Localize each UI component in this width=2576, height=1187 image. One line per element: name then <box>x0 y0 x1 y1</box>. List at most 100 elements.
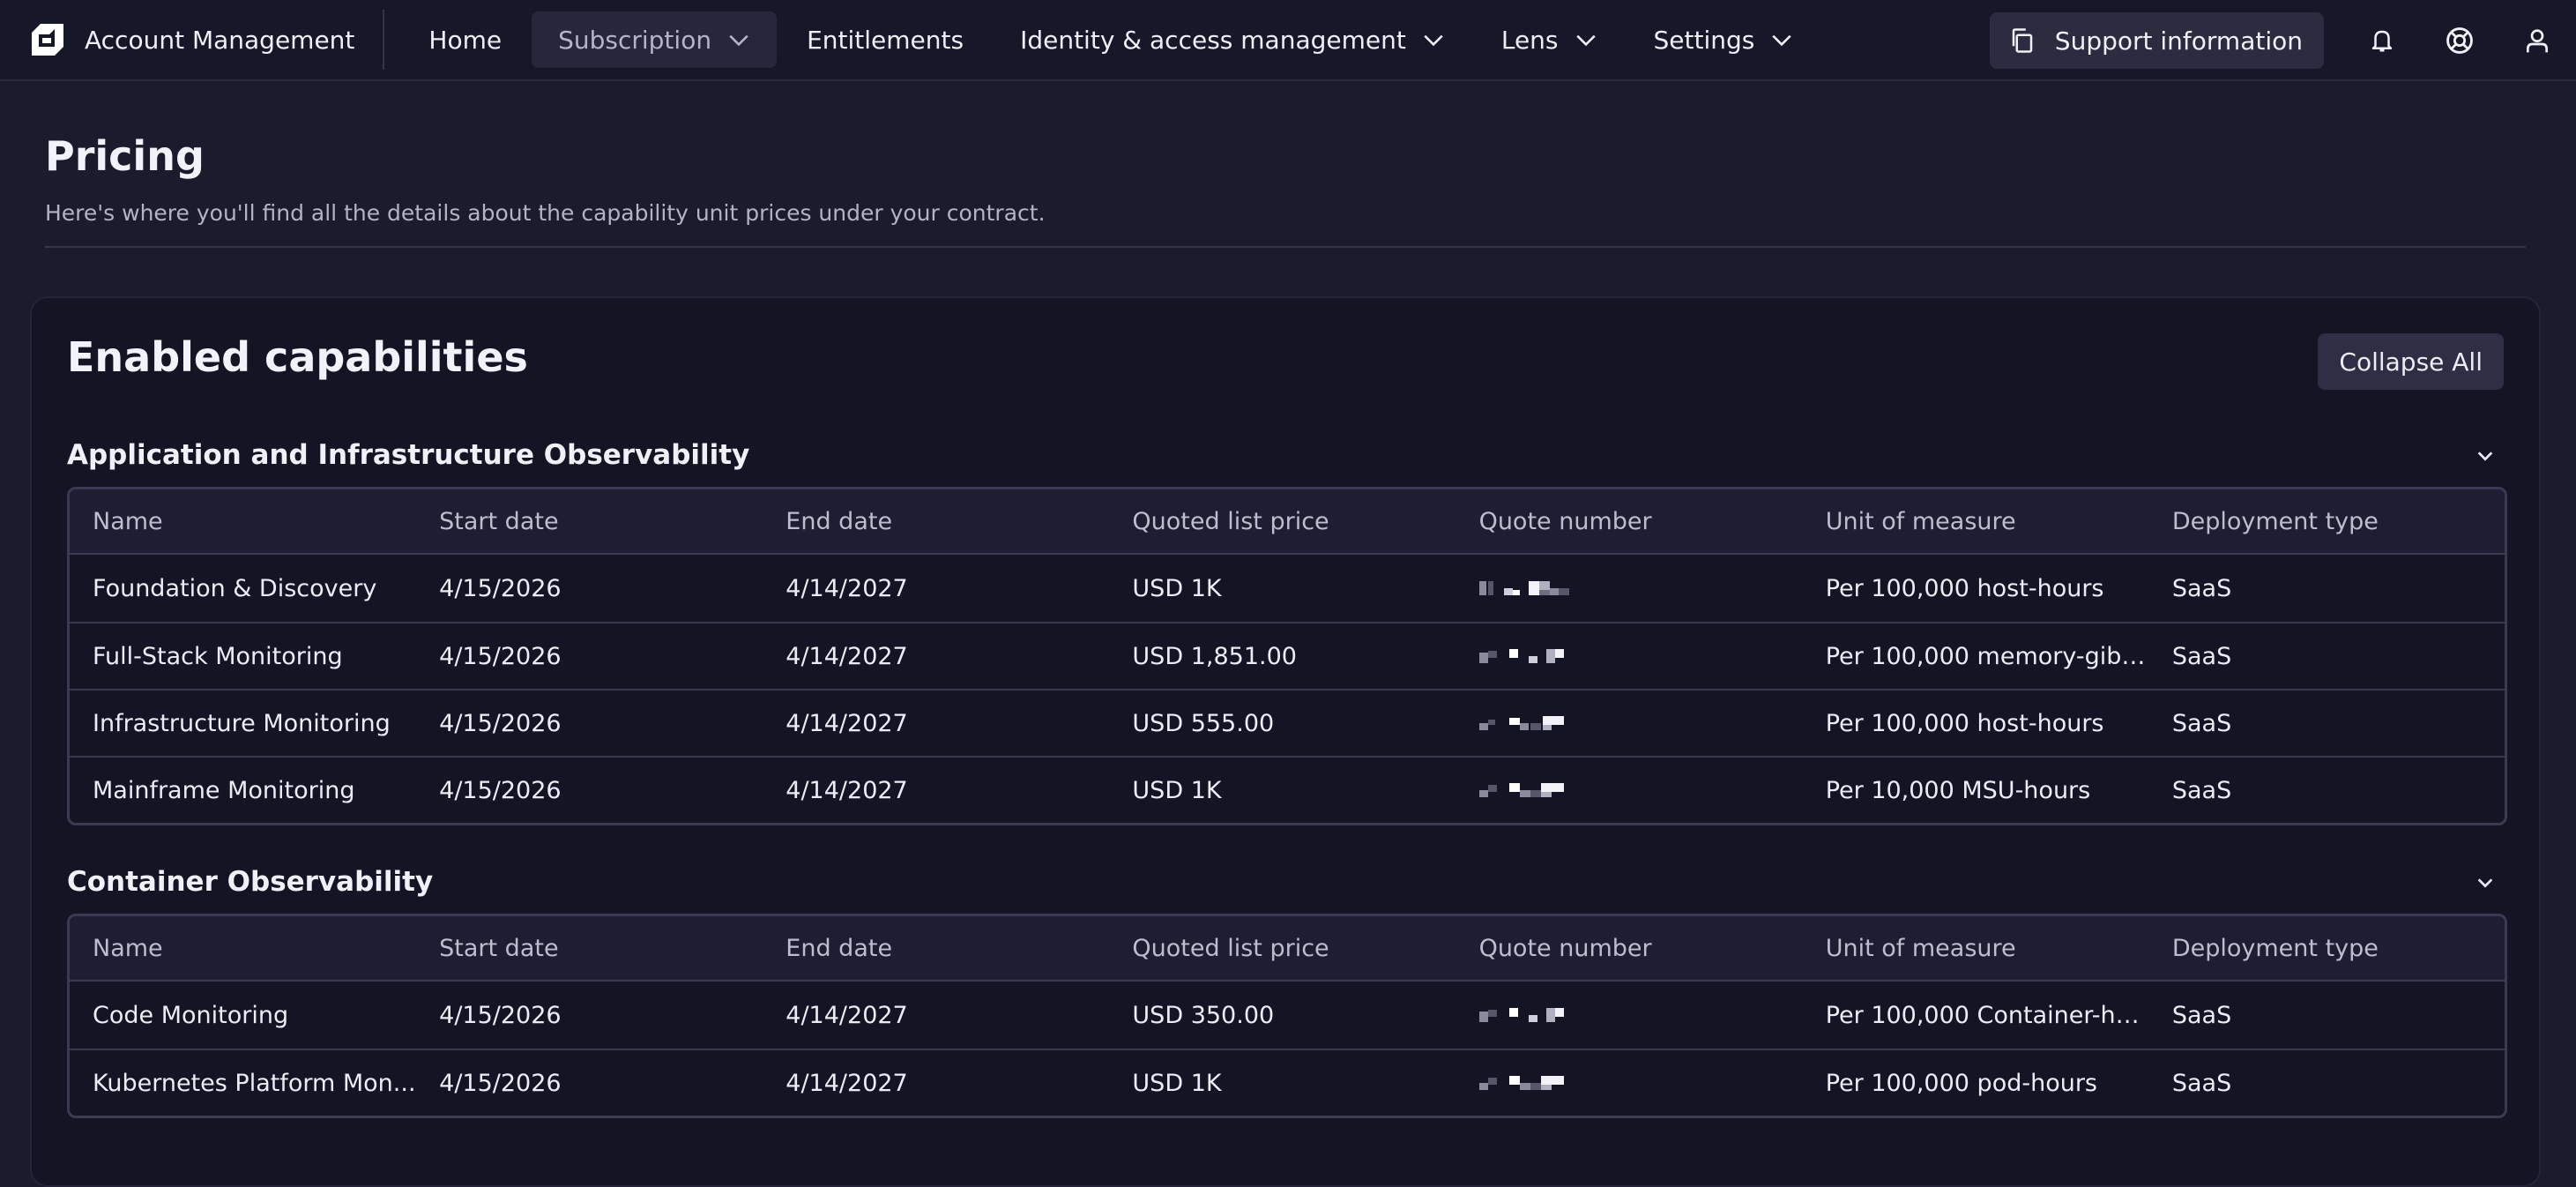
column-header-unit-of-measure[interactable]: Unit of measure <box>1803 508 2149 535</box>
cell-quote-number-redacted <box>1456 1072 1803 1094</box>
copy-icon <box>2012 28 2033 53</box>
section-title: Container Observability <box>67 866 434 898</box>
cell-name: Foundation & Discovery <box>93 574 377 602</box>
main-nav: Home Subscription Entitlements Identity … <box>402 0 1823 80</box>
column-header-name[interactable]: Name <box>70 508 416 535</box>
redacted-quote-number <box>1478 1008 1564 1022</box>
cell-start-date: 4/15/2026 <box>439 1001 562 1029</box>
nav-divider <box>383 10 385 70</box>
column-header-quote-number[interactable]: Quote number <box>1456 935 1803 962</box>
nav-item-label: Settings <box>1653 25 1755 55</box>
user-menu-button[interactable] <box>2498 12 2576 69</box>
cell-deployment-type: SaaS <box>2171 709 2232 737</box>
table-row[interactable]: Code Monitoring 4/15/2026 4/14/2027 USD … <box>70 982 2505 1049</box>
cell-end-date: 4/14/2027 <box>785 1069 908 1097</box>
cell-deployment-type: SaaS <box>2171 1001 2232 1029</box>
brand[interactable]: Account Management <box>0 0 354 80</box>
support-information-label: Support information <box>2054 26 2303 56</box>
cell-quote-number-redacted <box>1456 1004 1803 1026</box>
header-divider <box>45 246 2526 248</box>
chevron-down-icon <box>729 34 748 47</box>
table-row[interactable]: Infrastructure Monitoring 4/15/2026 4/14… <box>70 689 2505 756</box>
column-header-quoted-list-price[interactable]: Quoted list price <box>1109 508 1456 535</box>
section-container-observability: Container Observability Name Start date … <box>67 852 2507 1118</box>
nav-item-label: Lens <box>1500 25 1559 55</box>
cell-end-date: 4/14/2027 <box>785 776 908 804</box>
redacted-quote-number <box>1478 1076 1564 1090</box>
user-icon <box>2527 29 2548 53</box>
redacted-quote-number <box>1478 649 1564 663</box>
section-header[interactable]: Container Observability <box>67 852 2507 914</box>
section-toggle-button[interactable] <box>2470 868 2500 898</box>
page-subtitle: Here's where you'll find all the details… <box>45 200 1046 226</box>
table-row[interactable]: Kubernetes Platform Mon... 4/15/2026 4/1… <box>70 1049 2505 1116</box>
column-header-start-date[interactable]: Start date <box>416 935 763 962</box>
nav-item-lens[interactable]: Lens <box>1475 11 1624 68</box>
section-toggle-button[interactable] <box>2470 441 2500 471</box>
notifications-button[interactable] <box>2343 12 2421 69</box>
table-header-row: Name Start date End date Quoted list pri… <box>70 916 2505 982</box>
cell-end-date: 4/14/2027 <box>785 574 908 602</box>
section-header[interactable]: Application and Infrastructure Observabi… <box>67 425 2507 487</box>
column-header-quoted-list-price[interactable]: Quoted list price <box>1109 935 1456 962</box>
column-header-unit-of-measure[interactable]: Unit of measure <box>1803 935 2149 962</box>
table-row[interactable]: Full-Stack Monitoring 4/15/2026 4/14/202… <box>70 622 2505 689</box>
cell-deployment-type: SaaS <box>2171 642 2232 670</box>
cell-quoted-list-price: USD 1K <box>1132 776 1222 804</box>
nav-item-subscription[interactable]: Subscription <box>532 11 778 68</box>
page-title: Pricing <box>45 132 205 180</box>
lifebuoy-icon <box>2446 27 2473 54</box>
column-header-quote-number[interactable]: Quote number <box>1456 508 1803 535</box>
dynatrace-logo-icon <box>32 24 63 56</box>
cell-quoted-list-price: USD 1,851.00 <box>1132 642 1297 670</box>
cell-quote-number-redacted <box>1456 713 1803 734</box>
cell-end-date: 4/14/2027 <box>785 642 908 670</box>
nav-item-settings[interactable]: Settings <box>1627 11 1820 68</box>
chevron-down-icon <box>2477 878 2493 888</box>
column-header-end-date[interactable]: End date <box>763 508 1109 535</box>
table-row[interactable]: Mainframe Monitoring 4/15/2026 4/14/2027… <box>70 756 2505 823</box>
cell-name: Full-Stack Monitoring <box>93 642 343 670</box>
cell-start-date: 4/15/2026 <box>439 642 562 670</box>
cell-name: Infrastructure Monitoring <box>93 709 391 737</box>
column-header-name[interactable]: Name <box>70 935 416 962</box>
cell-end-date: 4/14/2027 <box>785 1001 908 1029</box>
column-header-end-date[interactable]: End date <box>763 935 1109 962</box>
table-header-row: Name Start date End date Quoted list pri… <box>70 489 2505 555</box>
nav-item-identity-access-management[interactable]: Identity & access management <box>994 11 1471 68</box>
redacted-quote-number <box>1478 716 1564 730</box>
column-header-start-date[interactable]: Start date <box>416 508 763 535</box>
section-title: Application and Infrastructure Observabi… <box>67 439 750 471</box>
cell-start-date: 4/15/2026 <box>439 1069 562 1097</box>
redacted-quote-number <box>1478 783 1564 797</box>
table-row[interactable]: Foundation & Discovery 4/15/2026 4/14/20… <box>70 555 2505 622</box>
cell-name: Mainframe Monitoring <box>93 776 355 804</box>
column-header-deployment-type[interactable]: Deployment type <box>2149 935 2505 962</box>
nav-item-entitlements[interactable]: Entitlements <box>780 11 990 68</box>
cell-quote-number-redacted <box>1456 780 1803 801</box>
cell-end-date: 4/14/2027 <box>785 709 908 737</box>
nav-item-label: Subscription <box>558 25 712 55</box>
chevron-down-icon <box>1424 34 1443 47</box>
cell-start-date: 4/15/2026 <box>439 709 562 737</box>
cell-quoted-list-price: USD 555.00 <box>1132 709 1275 737</box>
top-navigation: Account Management Home Subscription Ent… <box>0 0 2576 81</box>
section-application-infrastructure-observability: Application and Infrastructure Observabi… <box>67 425 2507 825</box>
cell-unit-of-measure: Per 100,000 pod-hours <box>1825 1069 2098 1097</box>
collapse-all-button[interactable]: Collapse All <box>2318 333 2504 390</box>
cell-unit-of-measure: Per 100,000 host-hours <box>1825 574 2104 602</box>
cell-deployment-type: SaaS <box>2171 1069 2232 1097</box>
support-information-button[interactable]: Support information <box>1989 12 2324 69</box>
nav-item-home[interactable]: Home <box>402 11 528 68</box>
chevron-down-icon <box>1772 34 1792 47</box>
chevron-down-icon <box>1575 34 1596 47</box>
pricing-table: Name Start date End date Quoted list pri… <box>67 487 2507 825</box>
cell-quote-number-redacted <box>1456 578 1803 599</box>
cell-deployment-type: SaaS <box>2171 574 2232 602</box>
header-tools: Support information <box>1989 0 2576 81</box>
column-header-deployment-type[interactable]: Deployment type <box>2149 508 2505 535</box>
bell-icon <box>2371 30 2393 52</box>
chevron-down-icon <box>2477 452 2493 461</box>
help-button[interactable] <box>2421 12 2498 69</box>
cell-name: Code Monitoring <box>93 1001 289 1029</box>
